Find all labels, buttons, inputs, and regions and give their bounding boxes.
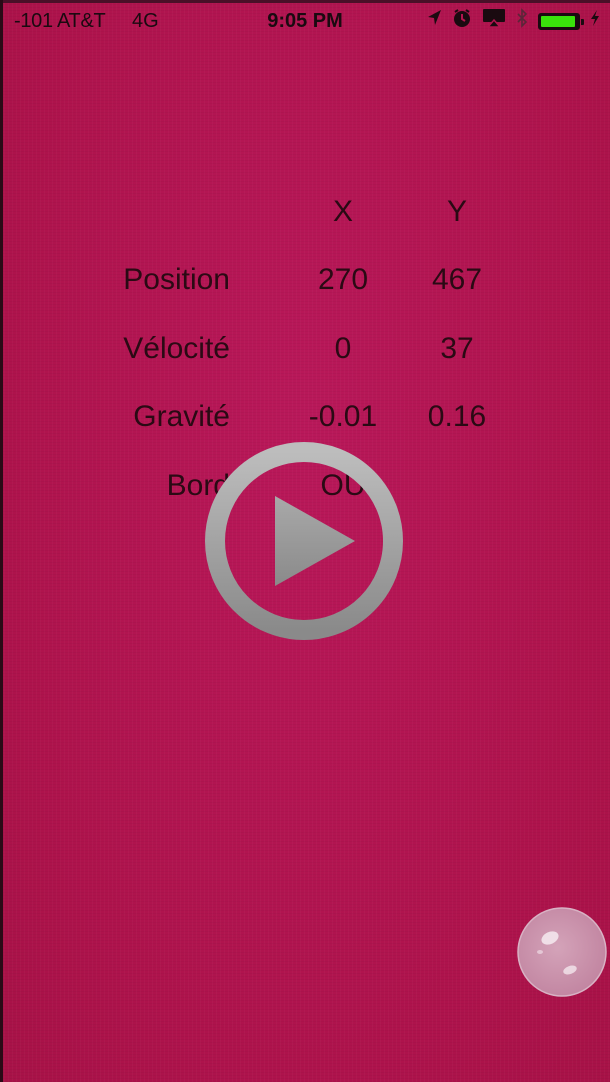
- gravity-y-value: 0.16: [427, 400, 487, 433]
- bubble-icon: [517, 907, 607, 997]
- charging-bolt-icon: [590, 9, 600, 33]
- location-arrow-icon: [426, 9, 442, 33]
- play-icon: [205, 442, 403, 640]
- gravity-x-value: -0.01: [308, 400, 378, 433]
- row-label-position: Position: [123, 263, 230, 296]
- position-y-value: 467: [431, 263, 483, 296]
- status-icons: [426, 8, 600, 34]
- alarm-clock-icon: [452, 8, 472, 34]
- airplay-icon: [482, 8, 506, 34]
- velocity-y-value: 37: [440, 332, 474, 365]
- battery-level-fill: [541, 15, 575, 27]
- window-left-edge: [0, 0, 3, 1082]
- battery-icon: [538, 12, 584, 30]
- row-label-velocity: Vélocité: [123, 332, 230, 365]
- position-x-value: 270: [317, 263, 369, 296]
- velocity-x-value: 0: [334, 332, 352, 365]
- bluetooth-icon: [516, 8, 528, 34]
- battery-nub: [581, 18, 584, 25]
- row-label-border: Bord: [166, 469, 230, 502]
- row-label-gravity: Gravité: [133, 400, 230, 433]
- column-header-y: Y: [446, 195, 467, 228]
- play-button[interactable]: [203, 440, 405, 642]
- status-bar: -101 AT&T 4G 9:05 PM: [0, 0, 610, 44]
- floating-bubble[interactable]: [516, 906, 608, 998]
- column-header-x: X: [332, 195, 353, 228]
